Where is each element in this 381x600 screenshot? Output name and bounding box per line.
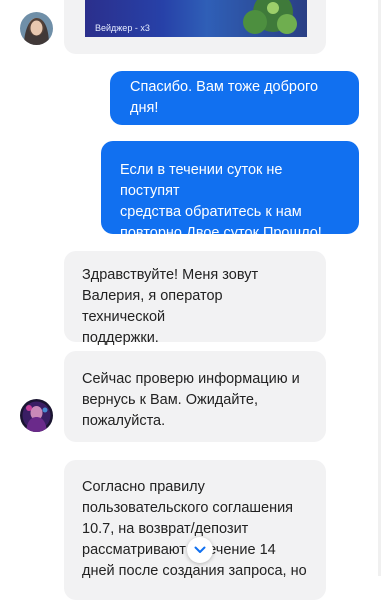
chevron-down-icon [194, 541, 206, 559]
operator-message: Здравствуйте! Меня зовут Валерия, я опер… [64, 251, 326, 346]
message-line: Если в течении суток не поступят [120, 162, 283, 199]
user-message: Если в течении суток не поступят средств… [101, 141, 359, 241]
message-line: вернусь к Вам. Ожидайте, [82, 392, 259, 408]
user-message: Спасибо. Вам тоже доброго дня! [110, 71, 359, 125]
message-line: поддержки. [82, 330, 159, 346]
message-line: Здравствуйте! Меня зовут [82, 267, 259, 283]
message-line: пользовательского соглашения [82, 500, 294, 516]
operator-message: Согласно правилу пользовательского согла… [64, 460, 326, 600]
message-line: Сейчас проверю информацию и [82, 371, 300, 387]
scroll-down-button[interactable] [187, 537, 213, 563]
operator-avatar [20, 12, 53, 45]
message-line: Валерия, я оператор технической [82, 288, 223, 325]
message-text: Спасибо. Вам тоже доброго дня! [130, 79, 319, 116]
message-line: средства обратитесь к нам [120, 204, 302, 220]
message-media-card[interactable]: Вейджер - x3 [64, 0, 326, 54]
message-line: повторно.Двое суток Прошло! [120, 225, 322, 241]
message-image: Вейджер - x3 [85, 0, 307, 37]
message-line: Согласно правилу [82, 479, 205, 495]
media-caption: Вейджер - x3 [95, 23, 150, 33]
operator-message: Сейчас проверю информацию и вернусь к Ва… [64, 351, 326, 442]
message-line: дней после создания запроса, но [82, 563, 307, 579]
operator-avatar [20, 399, 53, 432]
message-line: пожалуйста. [82, 413, 166, 429]
